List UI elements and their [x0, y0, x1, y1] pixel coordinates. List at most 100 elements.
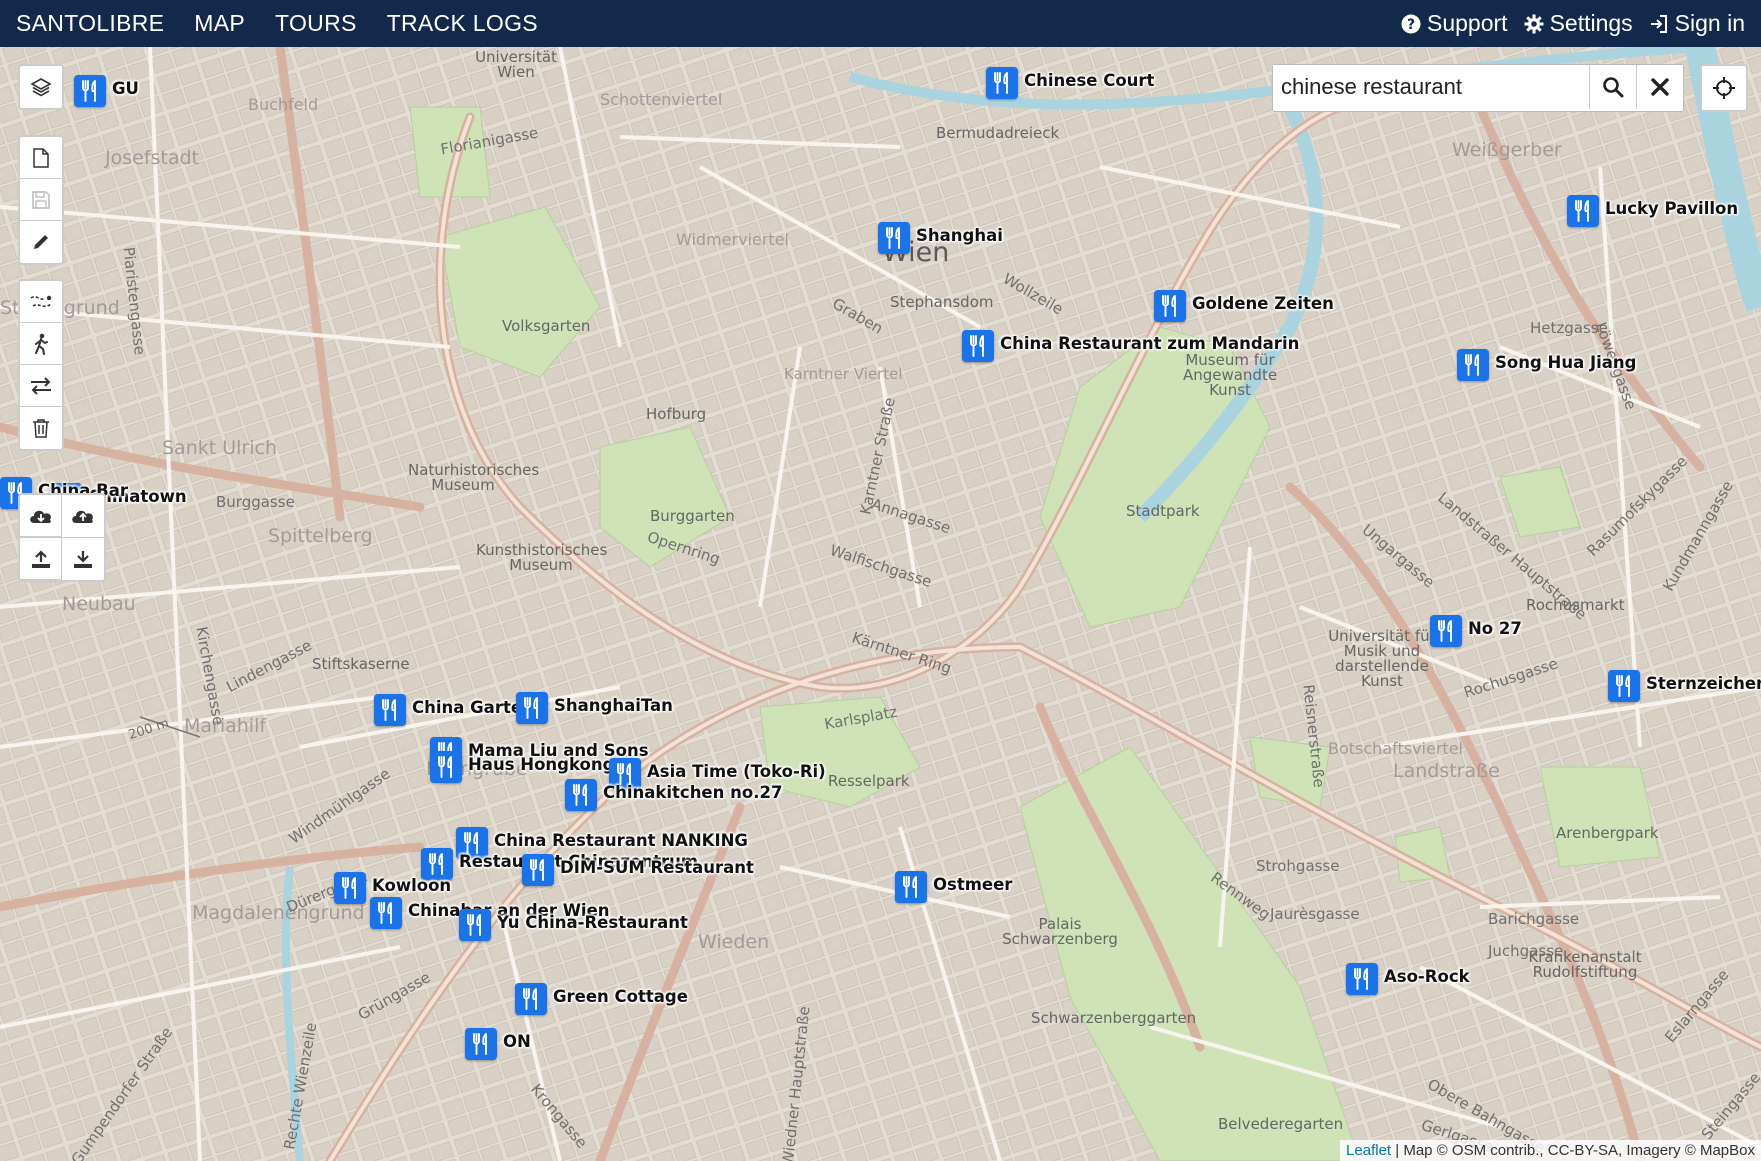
route-button[interactable]: [20, 281, 62, 323]
street-label: Burggasse: [216, 493, 295, 511]
restaurant-utensils-icon: [459, 909, 491, 941]
clear-search-button[interactable]: [1636, 65, 1683, 109]
route-controls: [18, 279, 64, 451]
poi-label: Kunsthistorisches Museum: [476, 541, 608, 574]
edit-button[interactable]: [20, 221, 62, 263]
restaurant-marker[interactable]: Shanghai: [878, 222, 1003, 256]
delete-route-button[interactable]: [20, 407, 62, 449]
restaurant-marker[interactable]: Chinakitchen no.27: [565, 779, 782, 813]
restaurant-marker[interactable]: China Restaurant zum Mandarin: [962, 330, 1299, 364]
restaurant-marker[interactable]: Chinabar an der Wien: [370, 897, 610, 931]
marker-label: Green Cottage: [553, 987, 688, 1006]
restaurant-marker[interactable]: China Garten: [374, 694, 534, 728]
poi-label: Hofburg: [646, 405, 707, 423]
restaurant-marker[interactable]: Lucky Pavillon: [1567, 195, 1738, 229]
cloud-upload-icon: [72, 510, 93, 523]
top-navbar: SANTOLIBRE MAP TOURS TRACK LOGS ? Suppor…: [0, 0, 1761, 47]
nav-map[interactable]: MAP: [194, 10, 245, 37]
map-canvas[interactable]: Wien Josefstadt Sankt Ulrich Spittelberg…: [0, 47, 1761, 1161]
street-label: Strohgasse: [1256, 857, 1340, 875]
walking-icon: [35, 333, 48, 355]
cloud-upload-button[interactable]: [62, 495, 104, 537]
sign-in-icon: [1650, 14, 1667, 33]
poi-label: Stadtpark: [1126, 502, 1200, 520]
nav-tours[interactable]: TOURS: [275, 10, 357, 37]
settings-link[interactable]: Settings: [1524, 10, 1633, 37]
search-input[interactable]: [1273, 65, 1589, 109]
leaflet-link[interactable]: Leaflet: [1346, 1142, 1391, 1159]
restaurant-utensils-icon: [74, 75, 106, 107]
marker-label: Aso-Rock: [1384, 967, 1470, 986]
restaurant-utensils-icon: [962, 330, 994, 362]
restaurant-utensils-icon: [430, 751, 462, 783]
marker-label: Shanghai: [916, 226, 1003, 245]
marker-label: ON: [503, 1032, 531, 1051]
layers-control: [18, 64, 64, 110]
poi-label: Volksgarten: [502, 317, 591, 335]
restaurant-utensils-icon: [374, 694, 406, 726]
district-label: Wieden: [698, 931, 770, 953]
marker-label: Goldene Zeiten: [1192, 294, 1334, 313]
marker-label: Ostmeer: [933, 875, 1013, 894]
restaurant-marker[interactable]: Goldene Zeiten: [1154, 290, 1334, 324]
support-label: Support: [1427, 10, 1508, 36]
restaurant-marker[interactable]: Song Hua Jiang: [1457, 349, 1636, 383]
district-label: Josefstadt: [105, 147, 200, 169]
poi-label: Belvederegarten: [1218, 1115, 1344, 1133]
district-label: Karntner Viertel: [784, 365, 903, 383]
marker-label: Haus Hongkong: [468, 755, 615, 774]
download-icon: [74, 551, 92, 568]
locate-button[interactable]: [1700, 64, 1748, 112]
restaurant-marker[interactable]: Chinese Court: [986, 67, 1154, 101]
restaurant-utensils-icon: [1430, 615, 1462, 647]
district-label: Landstraße: [1393, 760, 1500, 782]
nav-track-logs[interactable]: TRACK LOGS: [387, 10, 538, 37]
restaurant-utensils-icon: [370, 897, 402, 929]
restaurant-utensils-icon: [565, 779, 597, 811]
brand-link[interactable]: SANTOLIBRE: [16, 10, 164, 37]
restaurant-marker[interactable]: DIM-SUM Restaurant: [522, 854, 754, 888]
cloud-download-icon: [29, 510, 51, 523]
restaurant-marker[interactable]: GU: [74, 75, 139, 109]
district-label: Weißgerber: [1452, 139, 1562, 161]
search-icon: [1603, 77, 1624, 98]
restaurant-utensils-icon: [895, 871, 927, 903]
restaurant-marker[interactable]: Yu China-Restaurant: [459, 909, 688, 943]
pencil-icon: [34, 235, 48, 249]
question-circle-icon: ?: [1401, 14, 1421, 33]
marker-label: DIM-SUM Restaurant: [560, 858, 754, 877]
cloud-download-button[interactable]: [20, 495, 62, 537]
restaurant-marker[interactable]: Haus Hongkong: [430, 751, 614, 785]
upload-button[interactable]: [20, 538, 62, 580]
layers-button[interactable]: [20, 66, 62, 108]
restaurant-marker[interactable]: ON: [465, 1028, 531, 1062]
reverse-route-button[interactable]: [20, 365, 62, 407]
restaurant-marker[interactable]: Sternzeichen: [1608, 670, 1761, 704]
restaurant-marker[interactable]: Ostmeer: [895, 871, 1012, 905]
search-button[interactable]: [1589, 65, 1636, 109]
support-link[interactable]: ? Support: [1401, 10, 1508, 37]
restaurant-marker[interactable]: No 27: [1430, 615, 1522, 649]
street-label: Jaurèsgasse: [1270, 905, 1360, 923]
poi-label: Palais Schwarzenberg: [1002, 915, 1118, 948]
new-file-button[interactable]: [20, 137, 62, 179]
map-attribution: Leaflet | Map © OSM contrib., CC-BY-SA, …: [1340, 1140, 1761, 1161]
restaurant-marker[interactable]: Green Cottage: [515, 983, 688, 1017]
save-button[interactable]: [20, 179, 62, 221]
restaurant-marker[interactable]: Kowloon: [334, 872, 451, 906]
restaurant-marker[interactable]: ShanghaiTan: [516, 692, 673, 726]
restaurant-utensils-icon: [878, 222, 910, 254]
download-button[interactable]: [62, 538, 104, 580]
restaurant-utensils-icon: [986, 67, 1018, 99]
trash-icon: [33, 419, 49, 438]
signin-link[interactable]: Sign in: [1649, 10, 1745, 37]
marker-label: Kowloon: [372, 876, 452, 895]
marker-label: China Restaurant zum Mandarin: [1000, 334, 1300, 353]
walking-button[interactable]: [20, 323, 62, 365]
district-label: Widmerviertel: [676, 230, 789, 249]
restaurant-utensils-icon: [1608, 670, 1640, 702]
restaurant-marker[interactable]: Aso-Rock: [1346, 963, 1470, 997]
signin-label: Sign in: [1674, 10, 1745, 36]
restaurant-utensils-icon: [516, 692, 548, 724]
marker-label: Lucky Pavillon: [1605, 199, 1739, 218]
